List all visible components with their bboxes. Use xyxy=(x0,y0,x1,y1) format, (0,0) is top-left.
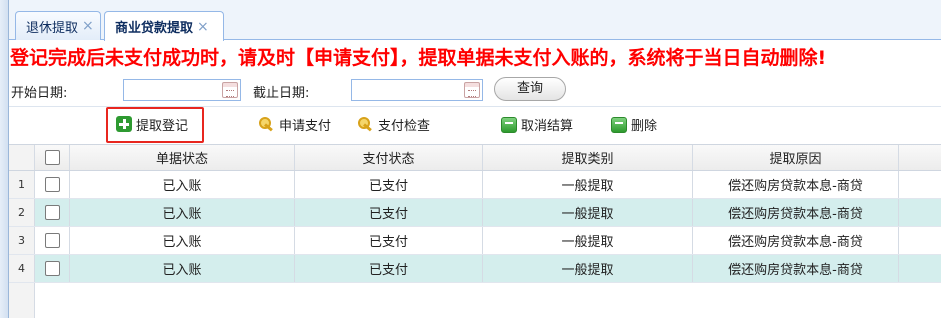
cancel-settlement-button[interactable]: 取消结算 xyxy=(501,111,573,137)
page: 退休提取 × 商业贷款提取 × 登记完成后未支付成功时，请及时【申请支付】，提取… xyxy=(0,0,941,318)
tab-strip: 退休提取 × 商业贷款提取 × xyxy=(9,0,941,41)
tab-retirement-withdrawal[interactable]: 退休提取 × xyxy=(15,11,101,40)
column-header[interactable]: 支付状态 xyxy=(295,145,483,170)
payment-check-label: 支付检查 xyxy=(378,118,431,134)
cell-reason: 偿还购房贷款本息-商贷 xyxy=(693,227,899,254)
key-icon xyxy=(358,116,374,132)
row-select[interactable] xyxy=(35,255,70,282)
cell-pay-status: 已支付 xyxy=(295,199,483,226)
row-select[interactable] xyxy=(35,199,70,226)
tab-label: 商业贷款提取 xyxy=(115,21,194,36)
calendar-icon[interactable] xyxy=(222,82,238,98)
cell-category: 一般提取 xyxy=(483,171,693,198)
select-all-checkbox[interactable] xyxy=(44,150,60,165)
cell-reason: 偿还购房贷款本息-商贷 xyxy=(693,171,899,198)
close-icon[interactable]: × xyxy=(82,18,94,34)
cell-category: 一般提取 xyxy=(483,199,693,226)
row-number: 3 xyxy=(9,227,35,254)
tab-label: 退休提取 xyxy=(26,20,79,36)
apply-payment-button[interactable]: 申请支付 xyxy=(259,111,331,137)
header-rownum xyxy=(9,145,35,170)
header-filler xyxy=(899,145,941,170)
query-button[interactable]: 查询 xyxy=(494,77,566,101)
frame-left-border xyxy=(0,0,9,318)
plus-icon xyxy=(116,116,132,132)
cell-pay-status: 已支付 xyxy=(295,227,483,254)
minus-icon xyxy=(501,117,517,133)
grid-header: 单据状态 支付状态 提取类别 提取原因 xyxy=(9,144,941,171)
row-checkbox[interactable] xyxy=(44,205,60,220)
row-number: 1 xyxy=(9,171,35,198)
row-checkbox[interactable] xyxy=(44,261,60,276)
header-select-all[interactable] xyxy=(35,145,70,170)
warning-message: 登记完成后未支付成功时，请及时【申请支付】，提取单据未支付入账的，系统将于当日自… xyxy=(10,47,827,69)
row-number: 2 xyxy=(9,199,35,226)
cell-category: 一般提取 xyxy=(483,227,693,254)
row-checkbox[interactable] xyxy=(44,177,60,192)
close-icon[interactable]: × xyxy=(197,19,209,35)
key-icon xyxy=(259,116,275,132)
end-date-field[interactable] xyxy=(351,79,483,101)
table-row[interactable]: 4 已入账 已支付 一般提取 偿还购房贷款本息-商贷 xyxy=(9,255,941,283)
row-checkbox[interactable] xyxy=(44,233,60,248)
tab-commercial-loan-withdrawal[interactable]: 商业贷款提取 × xyxy=(104,11,224,41)
cell-doc-status: 已入账 xyxy=(70,227,295,254)
row-select[interactable] xyxy=(35,171,70,198)
cancel-settlement-label: 取消结算 xyxy=(521,118,574,134)
row-filler xyxy=(899,227,941,254)
column-header[interactable]: 单据状态 xyxy=(70,145,295,170)
cell-doc-status: 已入账 xyxy=(70,199,295,226)
register-label: 提取登记 xyxy=(136,118,189,134)
row-filler xyxy=(899,199,941,226)
table-row[interactable]: 1 已入账 已支付 一般提取 偿还购房贷款本息-商贷 xyxy=(9,171,941,199)
start-date-field[interactable] xyxy=(123,79,241,101)
row-number: 4 xyxy=(9,255,35,282)
cell-doc-status: 已入账 xyxy=(70,255,295,282)
cell-reason: 偿还购房贷款本息-商贷 xyxy=(693,199,899,226)
cell-reason: 偿还购房贷款本息-商贷 xyxy=(693,255,899,282)
row-filler xyxy=(899,255,941,282)
minus-icon xyxy=(611,117,627,133)
delete-button[interactable]: 删除 xyxy=(611,111,657,137)
cell-doc-status: 已入账 xyxy=(70,171,295,198)
row-filler xyxy=(899,171,941,198)
payment-check-button[interactable]: 支付检查 xyxy=(358,111,430,137)
end-date-label: 截止日期: xyxy=(253,86,310,101)
row-select[interactable] xyxy=(35,227,70,254)
delete-label: 删除 xyxy=(631,118,658,134)
rownum-column-filler xyxy=(9,283,35,318)
toolbar: 提取登记 申请支付 支付检查 取消结算 删除 xyxy=(9,106,941,143)
cell-pay-status: 已支付 xyxy=(295,171,483,198)
table-row[interactable]: 2 已入账 已支付 一般提取 偿还购房贷款本息-商贷 xyxy=(9,199,941,227)
calendar-icon[interactable] xyxy=(464,82,480,98)
data-grid: 单据状态 支付状态 提取类别 提取原因 1 已入账 已支付 一般提取 偿还购房贷… xyxy=(9,144,941,318)
column-header[interactable]: 提取类别 xyxy=(483,145,693,170)
search-bar: 开始日期: 截止日期: 查询 xyxy=(9,76,941,104)
register-button[interactable]: 提取登记 xyxy=(116,111,188,137)
start-date-label: 开始日期: xyxy=(11,86,68,101)
column-header[interactable]: 提取原因 xyxy=(693,145,899,170)
apply-payment-label: 申请支付 xyxy=(279,118,332,134)
cell-pay-status: 已支付 xyxy=(295,255,483,282)
cell-category: 一般提取 xyxy=(483,255,693,282)
table-row[interactable]: 3 已入账 已支付 一般提取 偿还购房贷款本息-商贷 xyxy=(9,227,941,255)
